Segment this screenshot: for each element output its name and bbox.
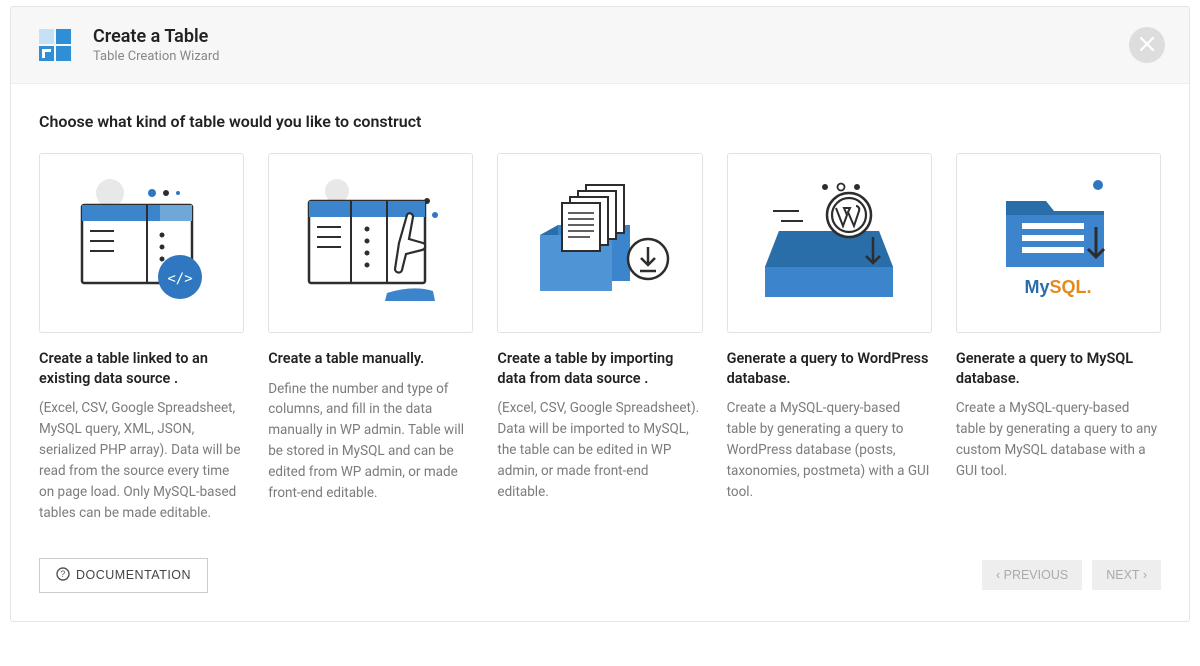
prompt-text: Choose what kind of table would you like… [39, 112, 1161, 131]
svg-text:</>: </> [167, 271, 192, 287]
option-desc: (Excel, CSV, Google Spreadsheet). Data w… [497, 398, 702, 503]
wordpress-query-icon [749, 171, 909, 315]
option-card [727, 153, 932, 333]
option-wp-query[interactable]: Generate a query to WordPress database. … [727, 153, 932, 524]
close-icon [1140, 36, 1154, 55]
mysql-query-icon: MySQL. [978, 171, 1138, 315]
option-linked-source[interactable]: </> Create a table linked to an existing… [39, 153, 244, 524]
svg-text:?: ? [60, 569, 66, 579]
option-import[interactable]: Create a table by importing data from da… [497, 153, 702, 524]
option-title: Create a table linked to an existing dat… [39, 349, 244, 388]
option-title: Create a table manually. [268, 349, 473, 369]
next-label: NEXT [1106, 568, 1139, 582]
import-data-icon [520, 171, 680, 315]
nav-buttons: ‹ PREVIOUS NEXT › [982, 560, 1161, 590]
help-icon: ? [56, 567, 70, 584]
chevron-right-icon: › [1143, 568, 1147, 582]
option-card [497, 153, 702, 333]
dialog-footer: ? DOCUMENTATION ‹ PREVIOUS NEXT › [11, 534, 1189, 621]
option-card [268, 153, 473, 333]
option-mysql-query[interactable]: MySQL. Generate a query to MySQL databas… [956, 153, 1161, 524]
option-manual[interactable]: Create a table manually. Define the numb… [268, 153, 473, 524]
documentation-label: DOCUMENTATION [76, 568, 191, 582]
options-row: </> Create a table linked to an existing… [39, 153, 1161, 524]
previous-label: PREVIOUS [1004, 568, 1069, 582]
next-button[interactable]: NEXT › [1092, 560, 1161, 590]
option-card: MySQL. [956, 153, 1161, 333]
previous-button[interactable]: ‹ PREVIOUS [982, 560, 1082, 590]
dialog-body: Choose what kind of table would you like… [11, 84, 1189, 534]
create-table-dialog: Create a Table Table Creation Wizard Cho… [10, 6, 1190, 622]
option-desc: Create a MySQL-query-based table by gene… [727, 398, 932, 503]
dialog-subtitle: Table Creation Wizard [93, 49, 219, 64]
close-button[interactable] [1129, 27, 1165, 63]
option-card: </> [39, 153, 244, 333]
manual-table-icon [291, 171, 451, 315]
option-desc: Create a MySQL-query-based table by gene… [956, 398, 1161, 482]
chevron-left-icon: ‹ [996, 568, 1000, 582]
app-logo-icon [35, 25, 75, 65]
svg-text:MySQL.: MySQL. [1025, 277, 1092, 297]
documentation-button[interactable]: ? DOCUMENTATION [39, 558, 208, 593]
option-title: Generate a query to WordPress database. [727, 349, 932, 388]
option-desc: Define the number and type of columns, a… [268, 379, 473, 505]
option-title: Generate a query to MySQL database. [956, 349, 1161, 388]
dialog-header: Create a Table Table Creation Wizard [11, 7, 1189, 84]
title-block: Create a Table Table Creation Wizard [93, 26, 219, 64]
dialog-title: Create a Table [93, 26, 219, 47]
linked-table-icon: </> [62, 171, 222, 315]
option-desc: (Excel, CSV, Google Spreadsheet, MySQL q… [39, 398, 244, 524]
option-title: Create a table by importing data from da… [497, 349, 702, 388]
